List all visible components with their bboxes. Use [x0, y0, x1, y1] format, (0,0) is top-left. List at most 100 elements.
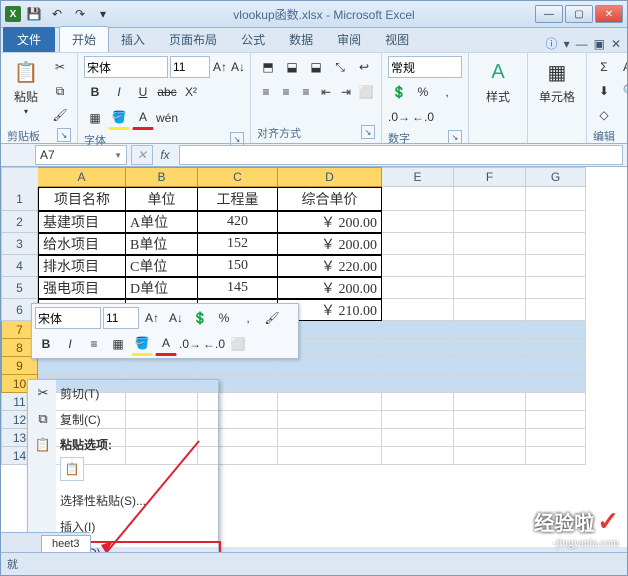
currency-icon[interactable]: 💲	[189, 307, 211, 329]
ctx-copy[interactable]: ⧉复制(C)	[28, 406, 218, 432]
format-painter-icon[interactable]: 🖌	[49, 104, 71, 126]
save-icon[interactable]: 💾	[24, 4, 44, 24]
cell[interactable]	[454, 211, 526, 233]
tab-home[interactable]: 开始	[59, 26, 109, 52]
cell[interactable]: ￥ 220.00	[278, 255, 382, 277]
cell[interactable]: B单位	[126, 233, 198, 255]
italic-button[interactable]: I	[59, 333, 81, 355]
align-right-icon[interactable]: ≡	[297, 81, 315, 103]
cell[interactable]	[278, 357, 382, 375]
underline-button[interactable]: U	[132, 81, 154, 103]
redo-icon[interactable]: ↷	[70, 4, 90, 24]
cell[interactable]: ￥ 200.00	[278, 211, 382, 233]
row-header[interactable]: 5	[1, 277, 38, 299]
cell[interactable]	[526, 393, 586, 411]
border-icon[interactable]: ▦	[107, 333, 129, 355]
increase-decimal-icon[interactable]: .0→	[388, 106, 410, 128]
row-header[interactable]: 2	[1, 211, 38, 233]
cell[interactable]: D单位	[126, 277, 198, 299]
orientation-icon[interactable]: ⤡	[329, 56, 351, 78]
cell[interactable]	[526, 211, 586, 233]
comma-icon[interactable]: ,	[237, 307, 259, 329]
cell[interactable]: ￥ 200.00	[278, 277, 382, 299]
cell[interactable]: 145	[198, 277, 278, 299]
cell[interactable]	[454, 429, 526, 447]
font-color-icon[interactable]: A	[155, 332, 177, 356]
doc-close-icon[interactable]: ✕	[611, 37, 621, 51]
shrink-font-icon[interactable]: A↓	[165, 307, 187, 329]
cell[interactable]	[278, 393, 382, 411]
bold-button[interactable]: B	[84, 81, 106, 103]
cell[interactable]	[526, 375, 586, 393]
number-format-select[interactable]	[388, 56, 462, 78]
cell[interactable]: 基建项目	[38, 211, 126, 233]
paste-option-default[interactable]: 📋	[60, 457, 84, 481]
cancel-formula-icon[interactable]: ✕	[131, 145, 153, 165]
cell[interactable]	[382, 277, 454, 299]
cell[interactable]	[382, 233, 454, 255]
tab-review[interactable]: 审阅	[325, 27, 373, 52]
minimize-ribbon-icon[interactable]: ▾	[564, 37, 570, 51]
cell[interactable]: A单位	[126, 211, 198, 233]
shrink-font-icon[interactable]: A↓	[230, 56, 246, 78]
fill-color-icon[interactable]: 🪣	[131, 332, 153, 356]
cell[interactable]: ￥ 200.00	[278, 233, 382, 255]
grow-font-icon[interactable]: A↑	[141, 307, 163, 329]
dialog-launcher-icon[interactable]: ↘	[57, 128, 71, 142]
mini-font-name[interactable]	[35, 307, 101, 329]
row-header[interactable]: 4	[1, 255, 38, 277]
dialog-launcher-icon[interactable]: ↘	[230, 132, 244, 146]
cell[interactable]	[526, 357, 586, 375]
cell[interactable]	[454, 393, 526, 411]
cell[interactable]: 150	[198, 255, 278, 277]
tab-insert[interactable]: 插入	[109, 27, 157, 52]
cell[interactable]: 强电项目	[38, 277, 126, 299]
cell[interactable]	[382, 429, 454, 447]
align-bottom-icon[interactable]: ⬓	[305, 56, 327, 78]
ctx-paste-special[interactable]: 选择性粘贴(S)...	[28, 487, 218, 513]
italic-button[interactable]: I	[108, 81, 130, 103]
increase-indent-icon[interactable]: ⇥	[337, 81, 355, 103]
autosum-icon[interactable]: Σ	[593, 56, 615, 78]
bold-button[interactable]: B	[35, 333, 57, 355]
sort-filter-icon[interactable]: A↓	[619, 56, 628, 78]
cell[interactable]	[526, 233, 586, 255]
mini-font-size[interactable]	[103, 307, 139, 329]
paste-button[interactable]: 📋 粘贴 ▾	[7, 56, 45, 118]
cell[interactable]	[382, 339, 454, 357]
doc-restore-icon[interactable]: ▣	[594, 37, 605, 51]
tab-layout[interactable]: 页面布局	[157, 27, 229, 52]
cell[interactable]	[126, 357, 198, 375]
wrap-text-icon[interactable]: ↩	[353, 56, 375, 78]
tab-view[interactable]: 视图	[373, 27, 421, 52]
font-color-icon[interactable]: A	[132, 106, 154, 130]
cell[interactable]	[454, 277, 526, 299]
align-middle-icon[interactable]: ⬓	[281, 56, 303, 78]
cell[interactable]	[454, 375, 526, 393]
qat-more-icon[interactable]: ▾	[93, 4, 113, 24]
clear-icon[interactable]: ◇	[593, 104, 615, 126]
superscript-icon[interactable]: X²	[180, 81, 202, 103]
cell[interactable]: 给水项目	[38, 233, 126, 255]
dialog-launcher-icon[interactable]: ↘	[361, 125, 375, 139]
fill-icon[interactable]: ⬇	[593, 80, 615, 102]
cell[interactable]: 项目名称	[38, 187, 126, 211]
close-button[interactable]: ✕	[595, 5, 623, 23]
border-icon[interactable]: ▦	[84, 107, 106, 129]
cell[interactable]: 152	[198, 233, 278, 255]
help-icon[interactable]: ⓘ	[546, 35, 558, 52]
format-painter-icon[interactable]: 🖌	[261, 307, 283, 329]
fill-color-icon[interactable]: 🪣	[108, 106, 130, 130]
dialog-launcher-icon[interactable]: ↘	[448, 130, 462, 144]
cell[interactable]	[454, 233, 526, 255]
cell[interactable]	[526, 321, 586, 339]
cell[interactable]	[454, 357, 526, 375]
merge-cells-icon[interactable]: ⬜	[357, 81, 375, 103]
grow-font-icon[interactable]: A↑	[212, 56, 228, 78]
cell[interactable]	[382, 357, 454, 375]
row-header[interactable]: 3	[1, 233, 38, 255]
align-center-icon[interactable]: ≡	[277, 81, 295, 103]
cell[interactable]: 工程量	[198, 187, 278, 211]
align-center-icon[interactable]: ≡	[83, 333, 105, 355]
sheet-tab[interactable]: heet3	[41, 535, 91, 552]
